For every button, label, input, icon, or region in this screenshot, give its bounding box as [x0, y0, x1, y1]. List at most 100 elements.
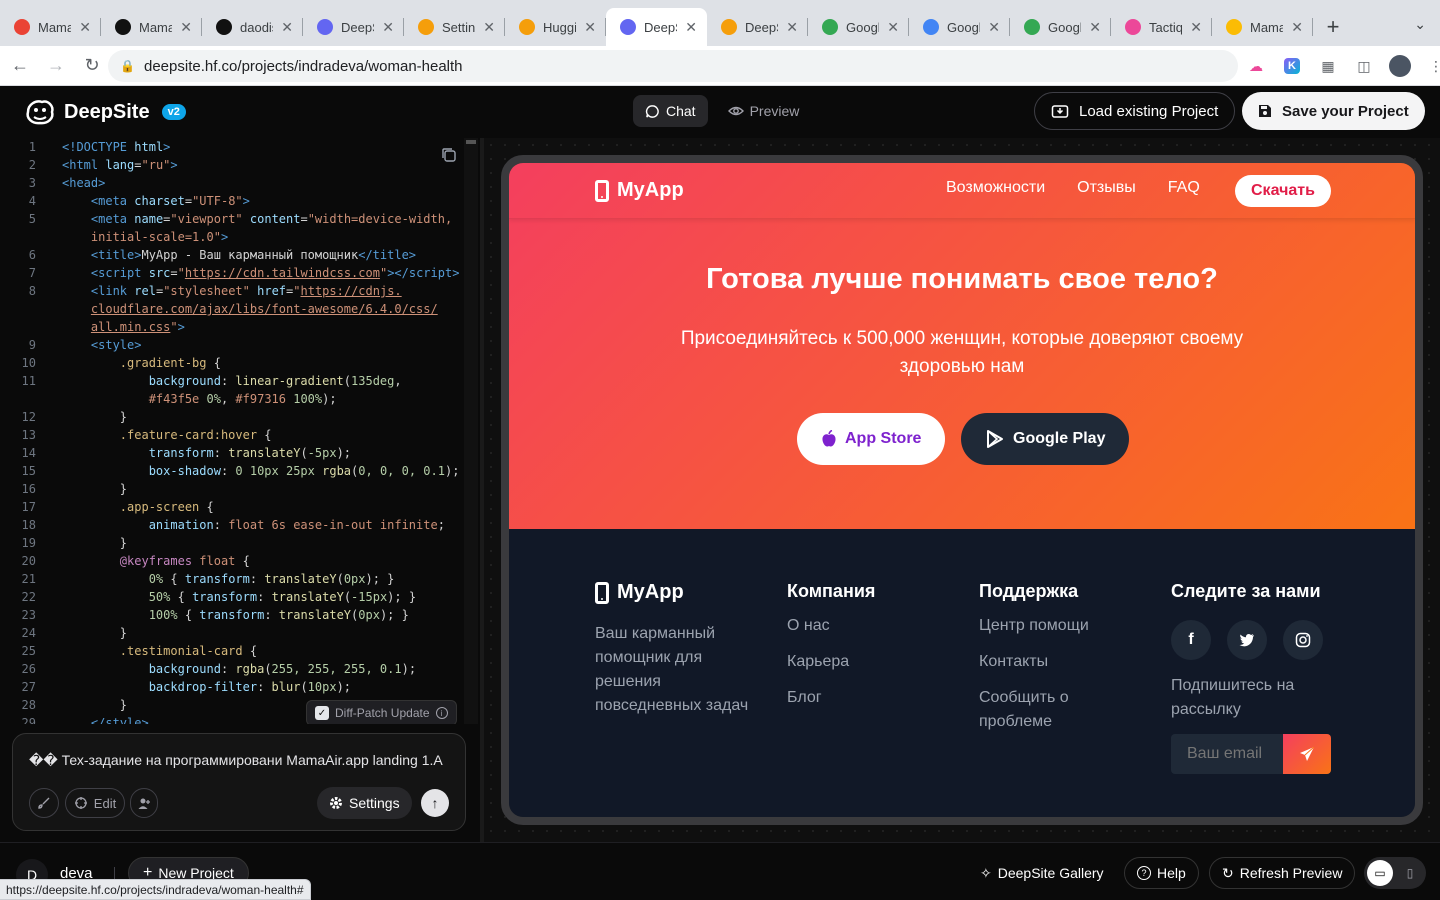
mobile-phone-icon [595, 581, 609, 604]
close-tab-icon[interactable]: ✕ [1190, 19, 1202, 36]
google-play-label: Google Play [1013, 430, 1106, 447]
chat-bubble-icon [645, 104, 659, 118]
save-project-label: Save your Project [1282, 102, 1409, 120]
download-button[interactable]: Скачать [1235, 175, 1331, 207]
tab-title: DeepS [644, 19, 677, 35]
preview-mode-button[interactable]: Preview [716, 95, 812, 127]
add-user-button[interactable] [130, 788, 158, 818]
close-tab-icon[interactable]: ✕ [988, 19, 1000, 36]
info-icon[interactable]: i [435, 707, 448, 719]
footer-link-careers[interactable]: Карьера [787, 650, 875, 674]
close-tab-icon[interactable]: ✕ [887, 19, 899, 36]
chat-mode-button[interactable]: Chat [633, 95, 708, 127]
code-editor[interactable]: 29 </style> 28 } 27 backdrop-filter: blur(… [0, 138, 480, 724]
code-text: background: linear-gradient(135deg, [148, 374, 402, 388]
twitter-icon[interactable] [1227, 620, 1267, 660]
subscribe-submit-button[interactable] [1283, 734, 1331, 774]
browser-tab[interactable]: Mama ✕ [1212, 8, 1313, 46]
code-text: 0% { transform: translateY(0px); } [148, 572, 395, 586]
instagram-icon[interactable] [1283, 620, 1323, 660]
footer-link-contacts[interactable]: Контакты [979, 650, 1129, 674]
desktop-view-icon[interactable]: ▭ [1367, 860, 1393, 886]
figma-icon [14, 19, 30, 35]
help-circle-icon: ? [1137, 866, 1151, 880]
help-button[interactable]: ? Help [1124, 857, 1199, 889]
new-tab-button[interactable]: + [1313, 8, 1353, 46]
browser-tab[interactable]: DeepS ✕ [303, 8, 404, 46]
puzzle-extensions-icon[interactable]: ▦ [1316, 54, 1340, 78]
sidepanel-icon[interactable]: ◫ [1352, 54, 1376, 78]
close-tab-icon[interactable]: ✕ [685, 19, 697, 36]
browser-tab[interactable]: daodis ✕ [202, 8, 303, 46]
close-tab-icon[interactable]: ✕ [584, 19, 596, 36]
browser-tab[interactable]: Tactiq ✕ [1111, 8, 1212, 46]
close-tab-icon[interactable]: ✕ [786, 19, 798, 36]
close-tab-icon[interactable]: ✕ [281, 19, 293, 36]
refresh-preview-button[interactable]: ↻ Refresh Preview [1209, 857, 1356, 889]
checkbox-checked-icon[interactable]: ✓ [315, 706, 329, 720]
tab-search-chevron-icon[interactable]: ⌄ [1414, 16, 1426, 33]
browser-tab[interactable]: Googl ✕ [909, 8, 1010, 46]
browser-tab[interactable]: Google ✕ [808, 8, 909, 46]
line-number: 19 [21, 536, 36, 550]
line-number: 6 [28, 248, 36, 262]
nav-link-faq[interactable]: FAQ [1168, 179, 1200, 197]
send-button[interactable]: ↑ [421, 789, 449, 817]
close-tab-icon[interactable]: ✕ [1089, 19, 1101, 36]
cloud-extension-icon[interactable]: ☁ [1244, 54, 1268, 78]
footer-link-report[interactable]: Сообщить о проблеме [979, 686, 1129, 734]
app-logo[interactable]: DeepSite v2 [24, 98, 186, 126]
address-bar[interactable]: 🔒 deepsite.hf.co/projects/indradeva/woma… [108, 50, 1238, 82]
edit-button[interactable]: Edit [65, 788, 125, 818]
redesign-button[interactable] [29, 788, 59, 818]
load-project-button[interactable]: Load existing Project [1034, 92, 1236, 130]
footer-logo[interactable]: MyApp [595, 581, 765, 604]
browser-tab[interactable]: DeepS ✕ [606, 8, 707, 46]
browser-tab[interactable]: Mama ✕ [0, 8, 101, 46]
close-tab-icon[interactable]: ✕ [382, 19, 394, 36]
email-input[interactable] [1171, 734, 1283, 774]
kebab-menu-icon[interactable]: ⋮ [1424, 54, 1440, 78]
browser-tab[interactable]: Setting ✕ [404, 8, 505, 46]
save-project-button[interactable]: Save your Project [1242, 92, 1425, 130]
copy-icon[interactable] [440, 146, 458, 164]
settings-button[interactable]: Settings [317, 787, 412, 819]
code-text: backdrop-filter: blur(10px); [148, 680, 352, 694]
k-extension-icon[interactable]: K [1280, 54, 1304, 78]
code-text: #f43f5e 0%, #f97316 100%); [148, 392, 337, 406]
nav-link-reviews[interactable]: Отзывы [1077, 179, 1136, 197]
load-project-label: Load existing Project [1079, 102, 1219, 120]
gear-icon [330, 797, 342, 809]
close-tab-icon[interactable]: ✕ [180, 19, 192, 36]
refresh-icon: ↻ [1222, 864, 1234, 881]
footer-follow-title: Следите за нами [1171, 581, 1321, 601]
back-button[interactable]: ← [4, 50, 36, 82]
close-tab-icon[interactable]: ✕ [1291, 19, 1303, 36]
browser-tab[interactable]: Huggin ✕ [505, 8, 606, 46]
profile-avatar[interactable] [1388, 54, 1412, 78]
gallery-button[interactable]: ✧ DeepSite Gallery [968, 857, 1116, 889]
mobile-view-icon[interactable]: ▯ [1397, 860, 1423, 886]
nav-link-features[interactable]: Возможности [946, 179, 1045, 197]
browser-tab[interactable]: Mama ✕ [101, 8, 202, 46]
floppy-disk-icon [1259, 105, 1271, 117]
app-store-button[interactable]: App Store [797, 413, 946, 465]
facebook-icon[interactable]: f [1171, 620, 1211, 660]
browser-tab[interactable]: Googl ✕ [1010, 8, 1111, 46]
preview-frame: MyApp Возможности Отзывы FAQ Скачать Гот… [501, 155, 1423, 825]
footer-link-help-center[interactable]: Центр помощи [979, 614, 1129, 638]
reload-button[interactable]: ↻ [76, 50, 108, 82]
diff-patch-toggle[interactable]: ✓ Diff-Patch Update i [306, 700, 457, 724]
chat-input[interactable]: �� Тех-задание на программировани MamaAi… [29, 752, 451, 769]
preview-logo[interactable]: MyApp [595, 179, 684, 202]
close-tab-icon[interactable]: ✕ [483, 19, 495, 36]
forward-button[interactable]: → [40, 50, 72, 82]
footer-follow-col: Следите за нами f Подпишитесь на рассылк… [1171, 581, 1331, 774]
footer-link-blog[interactable]: Блог [787, 686, 875, 710]
close-tab-icon[interactable]: ✕ [79, 19, 91, 36]
google-play-button[interactable]: Google Play [961, 413, 1130, 465]
paintbrush-icon [38, 797, 50, 809]
editor-scrollbar[interactable] [464, 138, 478, 724]
footer-link-about[interactable]: О нас [787, 614, 875, 638]
browser-tab[interactable]: DeepS ✕ [707, 8, 808, 46]
